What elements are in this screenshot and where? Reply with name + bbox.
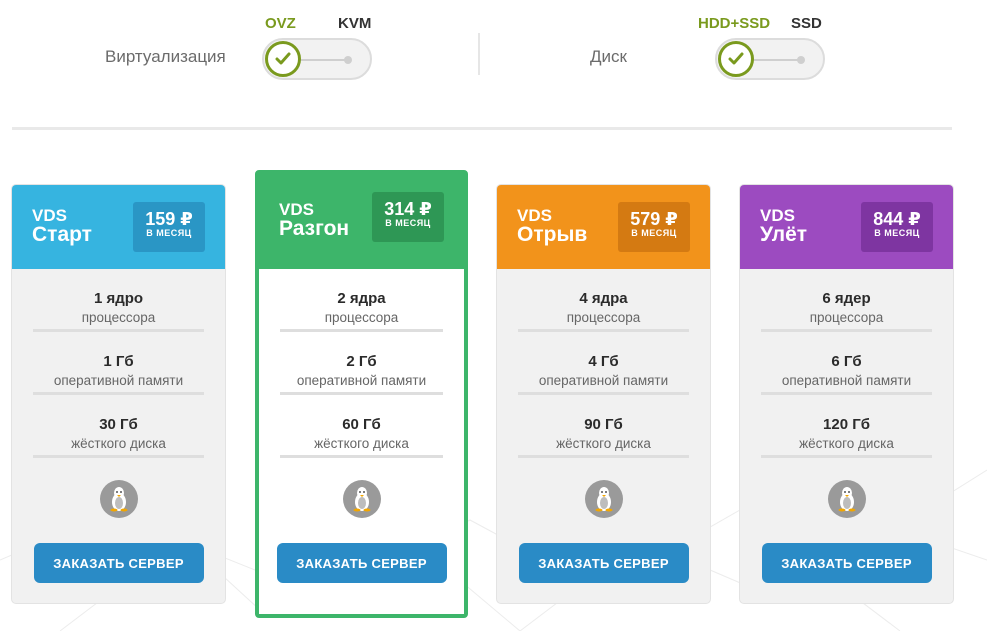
toggle-track: [753, 59, 803, 61]
price-badge: 844 ₽ В МЕСЯЦ: [861, 202, 933, 252]
plan-card-otryv: VDS Отрыв 579 ₽ В МЕСЯЦ 4 ядра процессора…: [497, 185, 710, 603]
spec-unit: оперативной памяти: [296, 373, 427, 388]
toggle-knob[interactable]: [265, 41, 301, 77]
spec-ram: 4 Гб оперативной памяти: [497, 332, 710, 395]
toggle-knob[interactable]: [718, 41, 754, 77]
plan-name: VDS Разгон: [279, 200, 350, 240]
price-period: В МЕСЯЦ: [146, 228, 192, 238]
linux-tux-icon: [342, 480, 381, 518]
spec-value: 1 Гб: [103, 353, 134, 370]
order-server-button[interactable]: ЗАКАЗАТЬ СЕРВЕР: [33, 543, 204, 583]
plan-title: Улёт: [760, 223, 808, 246]
linux-tux-icon: [827, 480, 866, 518]
linux-tux-icon: [584, 480, 623, 518]
spec-cpu: 4 ядра процессора: [497, 269, 710, 332]
spec-unit: оперативной памяти: [53, 373, 184, 388]
spec-cpu: 1 ядро процессора: [12, 269, 225, 332]
spec-unit: оперативной памяти: [538, 373, 669, 388]
spec-unit: оперативной памяти: [781, 373, 912, 388]
spec-separator: [761, 455, 932, 458]
plan-title: Старт: [32, 223, 92, 246]
order-server-button[interactable]: ЗАКАЗАТЬ СЕРВЕР: [761, 543, 932, 583]
spec-disk: 30 Гб жёсткого диска: [12, 395, 225, 458]
price-period: В МЕСЯЦ: [385, 218, 431, 228]
price-badge: 314 ₽ В МЕСЯЦ: [372, 192, 444, 242]
filter-divider: [478, 33, 480, 75]
disk-toggle[interactable]: [715, 38, 825, 80]
check-icon: [728, 52, 744, 65]
plan-name: VDS Отрыв: [517, 206, 588, 246]
spec-ram: 2 Гб оперативной памяти: [259, 332, 464, 395]
plan-header: VDS Разгон 314 ₽ В МЕСЯЦ: [259, 174, 464, 269]
plan-card-razgon: VDS Разгон 314 ₽ В МЕСЯЦ 2 ядра процессор…: [255, 170, 468, 618]
price-amount: 844 ₽: [873, 209, 921, 229]
spec-value: 4 ядра: [579, 290, 628, 307]
spec-value: 120 Гб: [823, 416, 870, 433]
spec-ram: 6 Гб оперативной памяти: [740, 332, 953, 395]
check-icon: [275, 52, 291, 65]
spec-value: 4 Гб: [588, 353, 619, 370]
spec-value: 2 ядра: [337, 290, 386, 307]
price-period: В МЕСЯЦ: [874, 228, 920, 238]
plan-header: VDS Отрыв 579 ₽ В МЕСЯЦ: [497, 185, 710, 269]
spec-disk: 120 Гб жёсткого диска: [740, 395, 953, 458]
spec-unit: жёсткого диска: [71, 436, 166, 451]
spec-disk: 90 Гб жёсткого диска: [497, 395, 710, 458]
spec-value: 90 Гб: [584, 416, 623, 433]
spec-ram: 1 Гб оперативной памяти: [12, 332, 225, 395]
spec-disk: 60 Гб жёсткого диска: [259, 395, 464, 458]
toggle-end-dot: [344, 56, 352, 64]
plan-name: VDS Старт: [32, 206, 92, 246]
plan-name: VDS Улёт: [760, 206, 808, 246]
price-badge: 579 ₽ В МЕСЯЦ: [618, 202, 690, 252]
toggle-track: [300, 59, 350, 61]
toggle-end-dot: [797, 56, 805, 64]
price-period: В МЕСЯЦ: [631, 228, 677, 238]
spec-separator: [280, 455, 443, 458]
spec-cpu: 2 ядра процессора: [259, 269, 464, 332]
spec-value: 60 Гб: [342, 416, 381, 433]
linux-tux-icon: [99, 480, 138, 518]
option-ssd[interactable]: SSD: [791, 15, 822, 32]
spec-unit: жёсткого диска: [799, 436, 894, 451]
option-ovz[interactable]: OVZ: [265, 15, 296, 32]
order-server-button[interactable]: ЗАКАЗАТЬ СЕРВЕР: [276, 543, 447, 583]
spec-unit: процессора: [566, 310, 641, 325]
spec-value: 2 Гб: [346, 353, 377, 370]
spec-cpu: 6 ядер процессора: [740, 269, 953, 332]
spec-unit: процессора: [324, 310, 399, 325]
plan-title: Отрыв: [517, 223, 588, 246]
spec-value: 1 ядро: [93, 290, 144, 307]
virtualization-label: Виртуализация: [105, 47, 226, 66]
price-amount: 159 ₽: [145, 209, 193, 229]
spec-value: 30 Гб: [99, 416, 138, 433]
spec-unit: процессора: [81, 310, 156, 325]
spec-value: 6 Гб: [831, 353, 862, 370]
plan-card-start: VDS Старт 159 ₽ В МЕСЯЦ 1 ядро процессора…: [12, 185, 225, 603]
section-divider: [12, 127, 952, 130]
price-amount: 314 ₽: [384, 199, 432, 219]
spec-separator: [33, 455, 204, 458]
price-badge: 159 ₽ В МЕСЯЦ: [133, 202, 205, 252]
order-server-button[interactable]: ЗАКАЗАТЬ СЕРВЕР: [518, 543, 689, 583]
plan-header: VDS Старт 159 ₽ В МЕСЯЦ: [12, 185, 225, 269]
spec-unit: жёсткого диска: [314, 436, 409, 451]
spec-unit: жёсткого диска: [556, 436, 651, 451]
price-amount: 579 ₽: [630, 209, 678, 229]
option-kvm[interactable]: KVM: [338, 15, 371, 32]
disk-label: Диск: [590, 47, 627, 66]
spec-value: 6 ядер: [822, 290, 871, 307]
spec-unit: процессора: [809, 310, 884, 325]
option-hdd-ssd[interactable]: HDD+SSD: [698, 15, 770, 32]
plan-header: VDS Улёт 844 ₽ В МЕСЯЦ: [740, 185, 953, 269]
plan-card-ulet: VDS Улёт 844 ₽ В МЕСЯЦ 6 ядер процессора …: [740, 185, 953, 603]
virtualization-toggle[interactable]: [262, 38, 372, 80]
plan-title: Разгон: [279, 217, 350, 240]
spec-separator: [518, 455, 689, 458]
